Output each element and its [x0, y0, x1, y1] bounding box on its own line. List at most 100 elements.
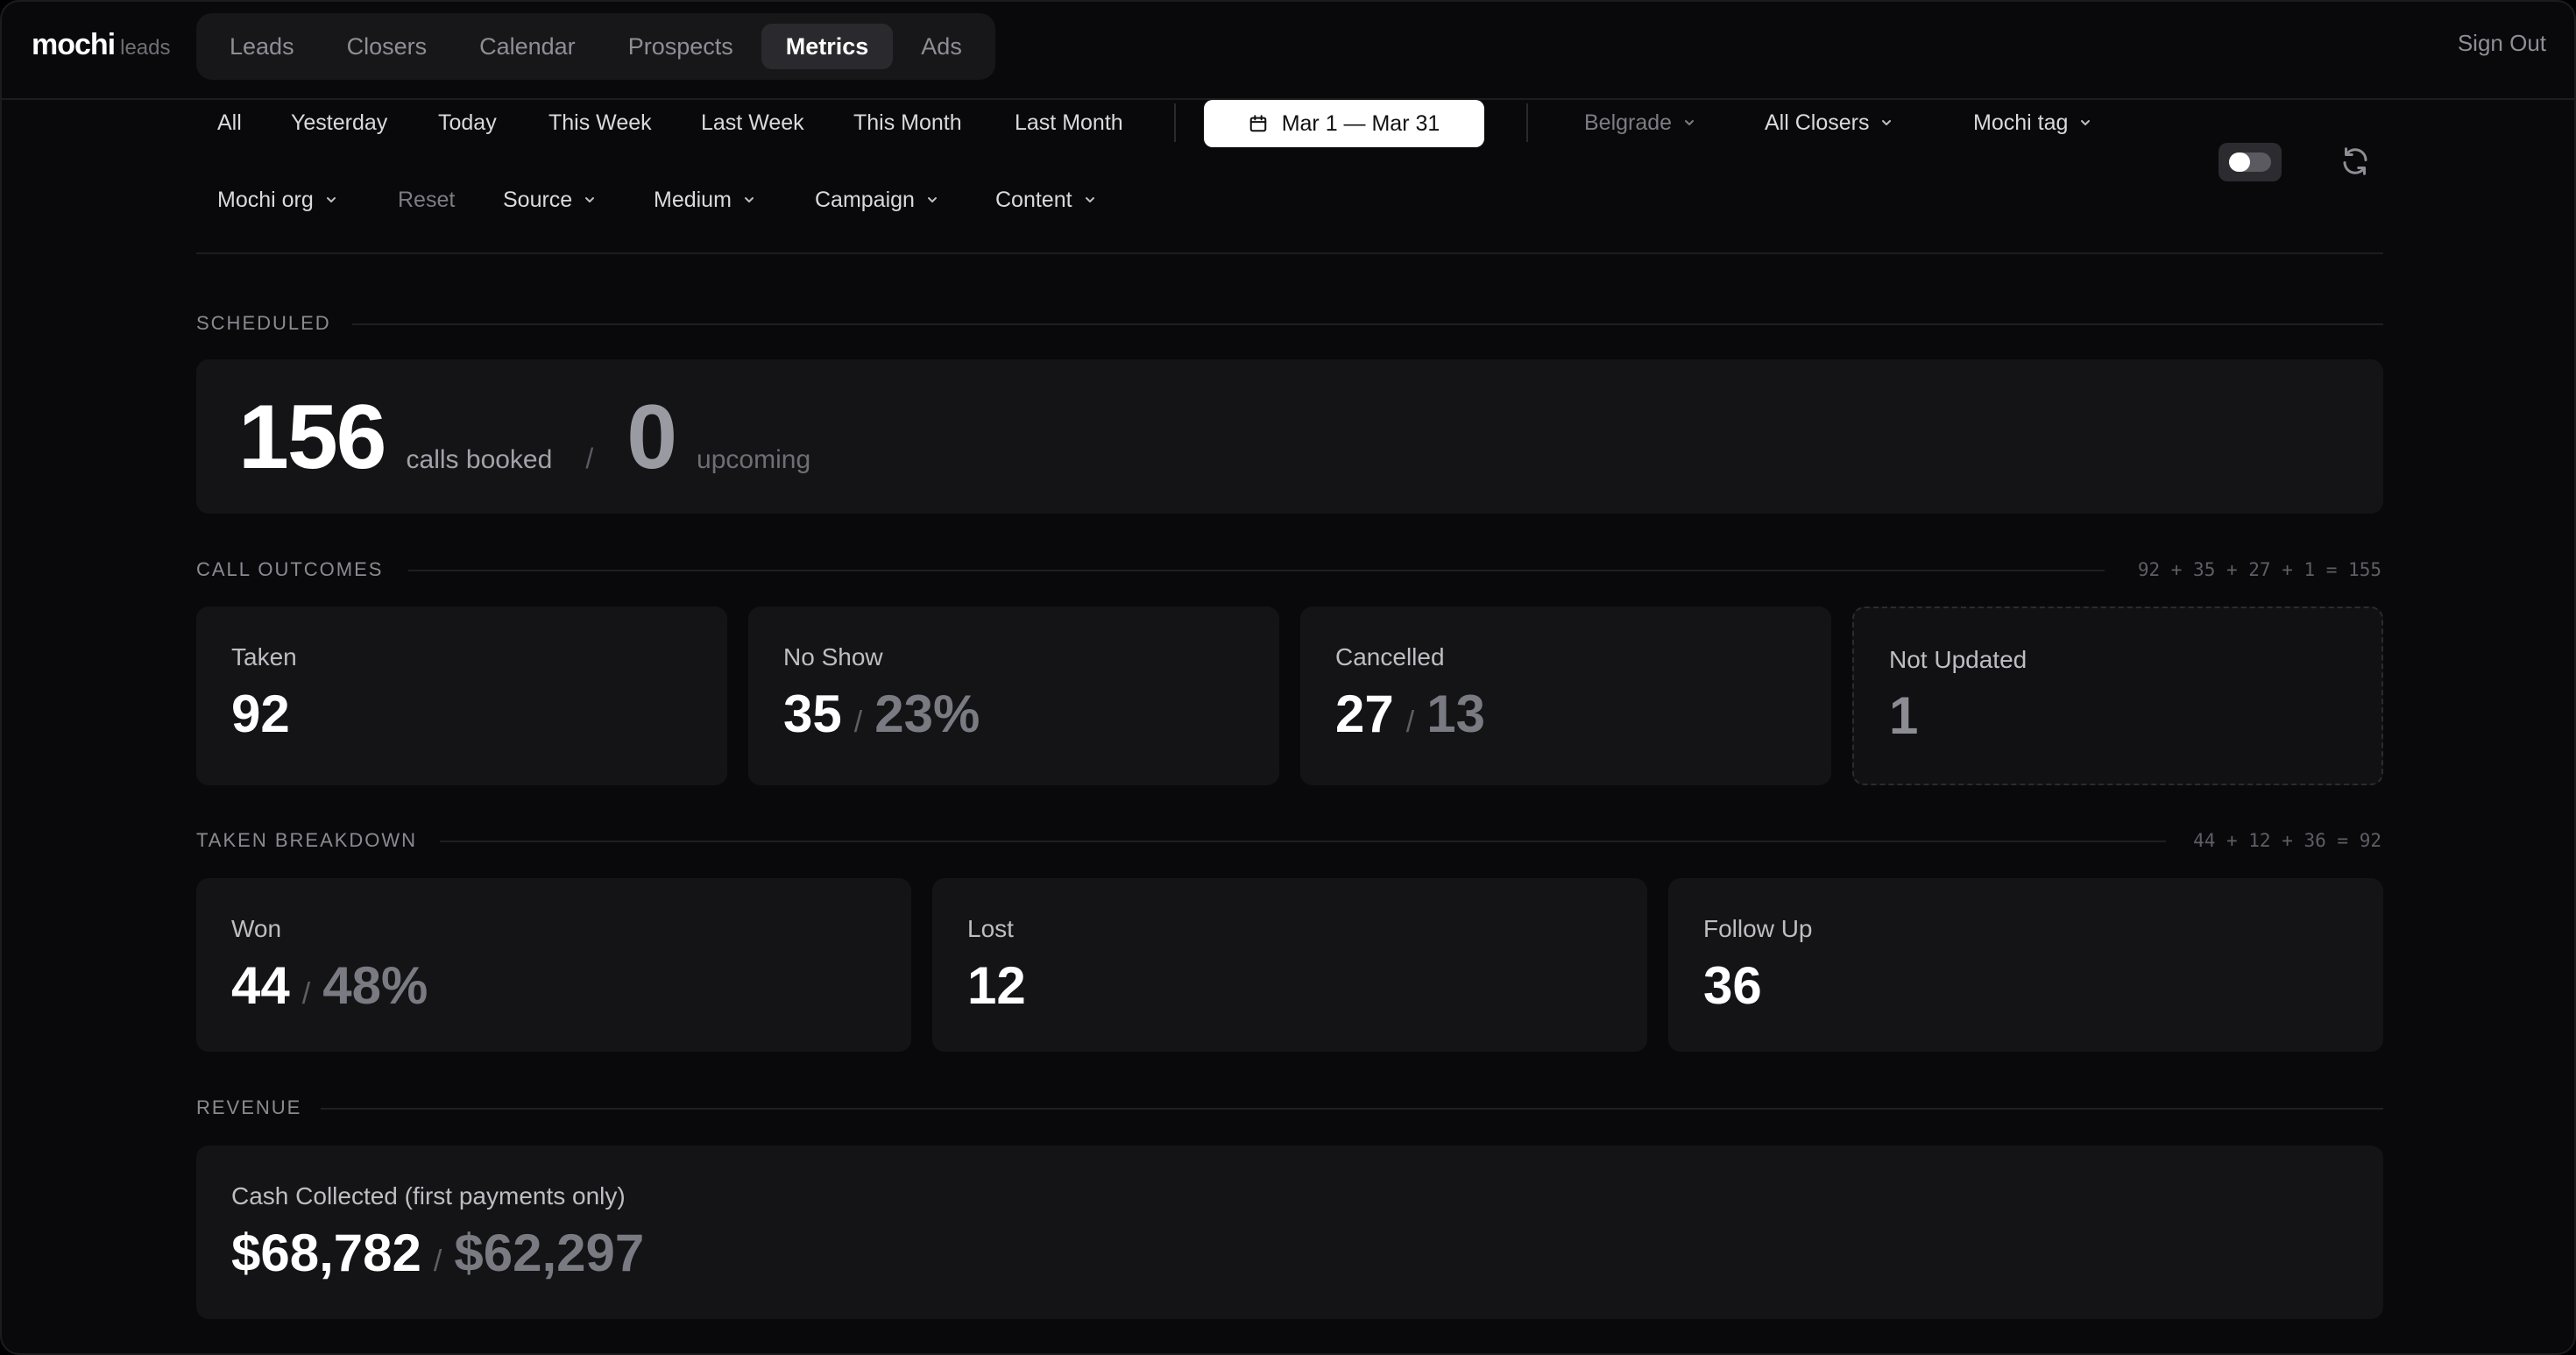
range-last-week[interactable]: Last Week — [701, 100, 804, 145]
tab-prospects[interactable]: Prospects — [604, 24, 758, 69]
taken-value: 92 — [231, 685, 290, 743]
separator: / — [301, 977, 311, 1011]
won-label: Won — [231, 915, 282, 942]
refresh-icon[interactable] — [2339, 145, 2371, 177]
range-yesterday[interactable]: Yesterday — [291, 100, 387, 145]
source-dropdown[interactable]: Source — [503, 177, 597, 223]
tab-leads[interactable]: Leads — [205, 24, 319, 69]
lost-value: 12 — [967, 956, 1026, 1015]
date-filter-row: All Yesterday Today This Week Last Week … — [196, 100, 2387, 147]
brand-name: mochi — [32, 28, 116, 61]
main-nav: Leads Closers Calendar Prospects Metrics… — [196, 13, 995, 80]
tag-dropdown[interactable]: Mochi tag — [1973, 100, 2092, 145]
scheduled-card: 156 calls booked / 0 upcoming — [196, 359, 2383, 514]
range-today[interactable]: Today — [438, 100, 497, 145]
cash-collected-card: Cash Collected (first payments only) $68… — [196, 1146, 2383, 1319]
chevron-down-icon — [585, 197, 595, 202]
tab-metrics[interactable]: Metrics — [761, 24, 894, 69]
section-line — [321, 1108, 2383, 1110]
range-all[interactable]: All — [217, 100, 242, 145]
taken-value-group: 92 — [231, 684, 290, 744]
content-label: Content — [995, 187, 1072, 212]
chevron-down-icon — [326, 197, 336, 202]
won-value-group: 44 / 48% — [231, 955, 428, 1016]
follow-up-card: Follow Up 36 — [1668, 878, 2383, 1052]
tab-calendar[interactable]: Calendar — [455, 24, 600, 69]
campaign-dropdown[interactable]: Campaign — [815, 177, 939, 223]
closers-dropdown[interactable]: All Closers — [1765, 100, 1893, 145]
no-show-value-group: 35 / 23% — [783, 684, 980, 744]
campaign-label: Campaign — [815, 187, 915, 212]
section-label-scheduled: SCHEDULED — [196, 312, 331, 334]
tag-label: Mochi tag — [1973, 110, 2069, 135]
won-percent: 48% — [322, 956, 428, 1015]
cancelled-card: Cancelled 27 / 13 — [1300, 607, 1831, 785]
cash-collected-value-group: $68,782 / $62,297 — [231, 1223, 644, 1283]
upcoming-value: 0 — [626, 387, 677, 488]
not-updated-value: 1 — [1889, 686, 1919, 745]
separator: / — [585, 443, 594, 474]
cash-collected-sub-value: $62,297 — [454, 1224, 645, 1282]
top-bar: mochi leads Leads Closers Calendar Prosp… — [2, 2, 2574, 100]
taken-card: Taken 92 — [196, 607, 727, 785]
filter-divider — [196, 252, 2383, 254]
follow-up-label: Follow Up — [1703, 915, 1813, 942]
follow-up-value-group: 36 — [1703, 955, 1762, 1016]
location-label: Belgrade — [1584, 110, 1673, 135]
lost-card: Lost 12 — [932, 878, 1647, 1052]
breakdown-formula: 44 + 12 + 36 = 92 — [2193, 830, 2381, 851]
range-this-month[interactable]: This Month — [853, 100, 962, 145]
section-label-taken-breakdown: TAKEN BREAKDOWN — [196, 829, 418, 851]
cash-collected-value: $68,782 — [231, 1224, 421, 1282]
date-range-button[interactable]: Mar 1 — Mar 31 — [1204, 100, 1484, 147]
toggle-switch[interactable] — [2219, 143, 2282, 181]
section-label-call-outcomes: CALL OUTCOMES — [196, 558, 384, 580]
medium-label: Medium — [654, 187, 732, 212]
lost-label: Lost — [967, 915, 1014, 942]
no-show-value: 35 — [783, 685, 842, 743]
brand-sub: leads — [120, 36, 171, 60]
source-label: Source — [503, 187, 573, 212]
no-show-card: No Show 35 / 23% — [748, 607, 1279, 785]
chevron-down-icon — [1685, 120, 1695, 125]
calls-booked-label: calls booked — [406, 445, 553, 474]
not-updated-value-group: 1 — [1889, 685, 1918, 746]
section-line — [408, 570, 2105, 571]
medium-dropdown[interactable]: Medium — [654, 177, 756, 223]
content-dropdown[interactable]: Content — [995, 177, 1097, 223]
scheduled-values: 156 calls booked / 0 upcoming — [238, 386, 810, 490]
section-line — [352, 323, 2383, 325]
divider — [1174, 103, 1176, 142]
range-last-month[interactable]: Last Month — [1015, 100, 1123, 145]
cancelled-value-group: 27 / 13 — [1335, 684, 1485, 744]
calls-booked-value: 156 — [238, 387, 387, 488]
chevron-down-icon — [2081, 120, 2091, 125]
no-show-label: No Show — [783, 643, 883, 670]
chevron-down-icon — [1882, 120, 1892, 125]
utm-filter-row: Mochi org Reset Source Medium Campaign C… — [196, 177, 1423, 223]
taken-label: Taken — [231, 643, 297, 670]
tab-ads[interactable]: Ads — [896, 24, 987, 69]
won-card: Won 44 / 48% — [196, 878, 911, 1052]
date-range-label: Mar 1 — Mar 31 — [1281, 110, 1440, 136]
no-show-percent: 23% — [874, 685, 980, 743]
reset-button[interactable]: Reset — [398, 177, 455, 223]
org-label: Mochi org — [217, 187, 314, 212]
calendar-icon — [1249, 115, 1266, 132]
section-label-revenue: REVENUE — [196, 1096, 302, 1118]
outcomes-formula: 92 + 35 + 27 + 1 = 155 — [2137, 559, 2381, 580]
cash-collected-label: Cash Collected (first payments only) — [231, 1182, 626, 1210]
follow-up-value: 36 — [1703, 956, 1762, 1015]
won-value: 44 — [231, 956, 290, 1015]
closers-label: All Closers — [1765, 110, 1870, 135]
location-dropdown[interactable]: Belgrade — [1584, 100, 1696, 145]
not-updated-card[interactable]: Not Updated 1 — [1852, 607, 2383, 785]
cancelled-label: Cancelled — [1335, 643, 1445, 670]
cancelled-value: 27 — [1335, 685, 1394, 743]
brand-logo[interactable]: mochi leads — [32, 28, 171, 62]
sign-out-button[interactable]: Sign Out — [2458, 30, 2546, 57]
section-line — [440, 841, 2166, 842]
org-dropdown[interactable]: Mochi org — [217, 177, 338, 223]
range-this-week[interactable]: This Week — [548, 100, 652, 145]
tab-closers[interactable]: Closers — [322, 24, 452, 69]
